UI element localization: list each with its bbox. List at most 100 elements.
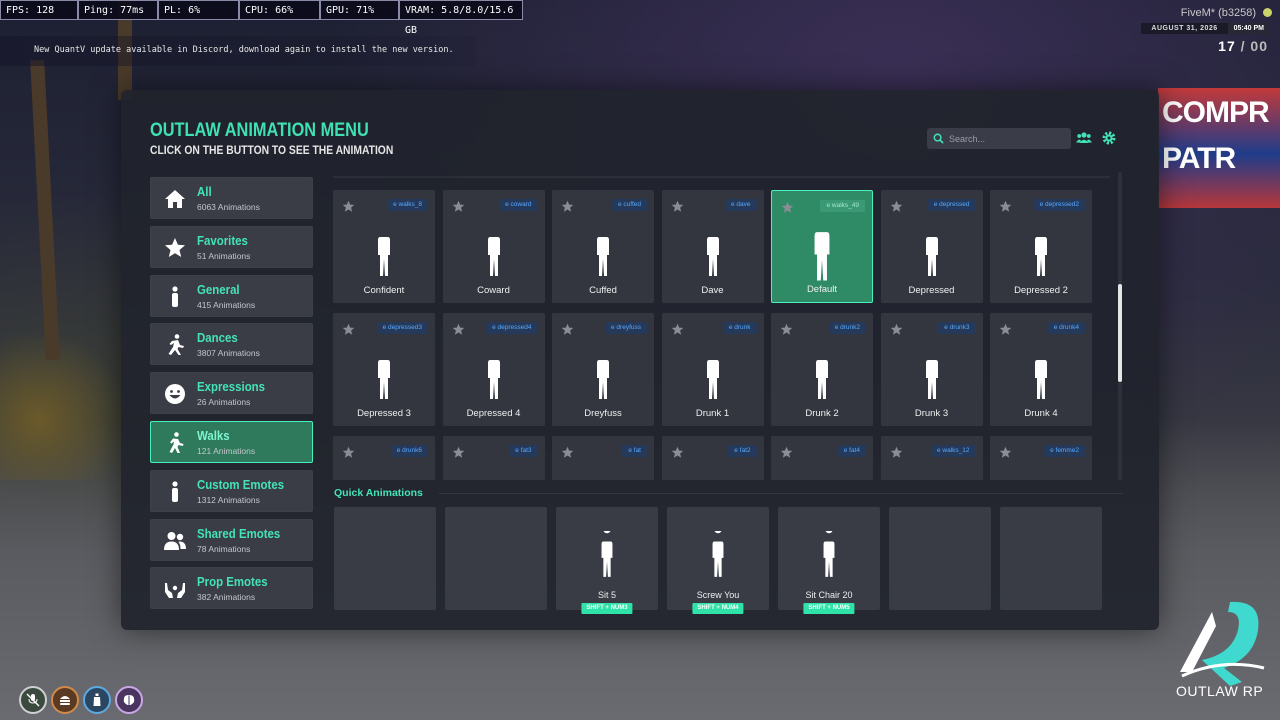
quick-animations-title: Quick Animations [334, 487, 423, 499]
performance-overlay: FPS: 128 Ping: 77ms PL: 6% CPU: 66% GPU:… [0, 0, 523, 36]
favorite-star-icon[interactable] [561, 198, 574, 212]
favorite-star-icon[interactable] [780, 444, 793, 458]
quick-animations-row: Sit 5 SHIFT + NUM3 Screw You SHIFT + NUM4 Si… [334, 507, 1102, 614]
search-icon [933, 133, 944, 144]
animation-card[interactable]: e cuffed Cuffed [552, 190, 654, 303]
category-prop-emotes[interactable]: Prop Emotes 382 Animations [150, 567, 313, 610]
burger-icon [60, 696, 70, 705]
emote-command-badge: e dreyfuss [605, 322, 647, 334]
animation-card[interactable]: e femme2 [990, 436, 1092, 480]
favorite-star-icon[interactable] [342, 321, 355, 335]
animation-card[interactable]: e depressed3 Depressed 3 [333, 313, 435, 426]
quick-animation-slot[interactable]: Sit 5 SHIFT + NUM3 [556, 507, 658, 614]
category-expressions[interactable]: Expressions 26 Animations [150, 372, 313, 415]
emote-command-badge: e drunk3 [938, 322, 976, 334]
animation-card[interactable]: e fat4 [771, 436, 873, 480]
category-name: Prop Emotes [197, 574, 268, 590]
category-dances[interactable]: Dances 3807 Animations [150, 323, 313, 366]
animation-card[interactable]: e dave Dave [661, 190, 764, 303]
favorite-star-icon[interactable] [999, 321, 1012, 335]
category-favorites[interactable]: Favorites 51 Animations [150, 225, 313, 268]
category-count: 78 Animations [197, 543, 251, 554]
animation-card[interactable]: e depressed4 Depressed 4 [442, 313, 545, 426]
animation-label: Dreyfuss [584, 408, 622, 419]
background-grass [0, 330, 130, 480]
shared-users-icon[interactable] [1076, 130, 1092, 146]
menu-subtitle: CLICK ON THE BUTTON TO SEE THE ANIMATION [150, 143, 394, 157]
quick-animation-empty-slot[interactable] [334, 507, 436, 610]
star-icon [165, 237, 185, 257]
favorite-star-icon[interactable] [452, 321, 465, 335]
animation-label: Confident [363, 285, 405, 296]
search-input[interactable] [949, 128, 1067, 149]
animation-card[interactable]: e walks_12 [880, 436, 983, 480]
animation-card[interactable]: e drunk4 Drunk 4 [990, 313, 1092, 426]
favorite-star-icon[interactable] [671, 198, 684, 212]
favorite-star-icon[interactable] [342, 444, 355, 458]
favorite-star-icon[interactable] [890, 444, 903, 458]
favorite-star-icon[interactable] [780, 321, 793, 335]
favorite-star-icon[interactable] [452, 198, 465, 212]
emote-command-badge: e depressed [927, 199, 976, 211]
animation-card[interactable]: e drunk6 [333, 436, 435, 480]
category-name: Favorites [197, 232, 248, 248]
emote-command-badge: e cuffed [611, 199, 647, 211]
category-name: Custom Emotes [197, 476, 285, 492]
character-silhouette-icon [597, 351, 609, 399]
animation-card[interactable]: e walks_8 Confident [333, 190, 435, 303]
search-box[interactable] [927, 128, 1071, 149]
animation-menu-panel: OUTLAW ANIMATION MENU CLICK ON THE BUTTO… [121, 90, 1159, 630]
favorite-star-icon[interactable] [671, 321, 684, 335]
animation-card[interactable]: e depressed2 Depressed 2 [990, 190, 1092, 303]
settings-gear-icon[interactable] [1101, 130, 1117, 146]
animation-card[interactable]: e coward Coward [442, 190, 545, 303]
category-count: 26 Animations [197, 397, 251, 408]
dance-icon [168, 334, 184, 356]
character-silhouette-icon [706, 351, 719, 399]
category-custom-emotes[interactable]: Custom Emotes 1312 Animations [150, 469, 313, 512]
character-silhouette-icon [373, 474, 395, 480]
animation-card[interactable]: e dreyfuss Dreyfuss [552, 313, 654, 426]
category-general[interactable]: General 415 Animations [150, 274, 313, 317]
bottle-icon [93, 693, 101, 706]
quick-animation-slot[interactable]: Sit Chair 20 SHIFT + NUM5 [778, 507, 880, 614]
animation-card[interactable]: e depressed Depressed [880, 190, 983, 303]
character-silhouette-icon [1030, 474, 1052, 480]
category-walks[interactable]: Walks 121 Animations [150, 420, 313, 463]
animation-card[interactable]: e drunk2 Drunk 2 [771, 313, 873, 426]
grid-scrollbar[interactable] [1118, 172, 1122, 480]
animation-card[interactable]: e walks_49 Default [771, 190, 873, 303]
animation-card[interactable]: e drunk3 Drunk 3 [880, 313, 983, 426]
category-name: Shared Emotes [197, 525, 281, 541]
emote-command-badge: e fat [622, 445, 647, 457]
favorite-star-icon[interactable] [999, 198, 1012, 212]
ping-readout: Ping: 77ms [78, 0, 158, 20]
animation-card[interactable]: e fat2 [661, 436, 764, 480]
favorite-star-icon[interactable] [890, 198, 903, 212]
favorite-star-icon[interactable] [452, 444, 465, 458]
favorite-star-icon[interactable] [671, 444, 684, 458]
animation-label: Dave [701, 285, 724, 296]
thirst-status [83, 686, 111, 714]
favorite-star-icon[interactable] [781, 199, 794, 213]
favorite-star-icon[interactable] [342, 198, 355, 212]
character-silhouette-icon [592, 474, 614, 480]
gpu-readout: GPU: 71% [320, 0, 399, 20]
quick-animation-empty-slot[interactable] [889, 507, 991, 610]
favorite-star-icon[interactable] [561, 321, 574, 335]
category-shared-emotes[interactable]: Shared Emotes 78 Animations [150, 518, 313, 561]
favorite-star-icon[interactable] [561, 444, 574, 458]
animation-card[interactable]: e fat [552, 436, 654, 480]
favorite-star-icon[interactable] [890, 321, 903, 335]
time-display: 05:40 PM [1227, 22, 1270, 34]
scrollbar-thumb[interactable] [1118, 284, 1122, 382]
animation-card[interactable]: e drunk Drunk 1 [661, 313, 764, 426]
category-all[interactable]: All 6063 Animations [150, 177, 313, 219]
date-display: AUGUST 31, 2026 [1141, 22, 1228, 34]
quick-animation-empty-slot[interactable] [445, 507, 547, 610]
quick-animation-empty-slot[interactable] [1000, 507, 1102, 610]
emote-command-badge: e depressed2 [1033, 199, 1085, 211]
favorite-star-icon[interactable] [999, 444, 1012, 458]
animation-card[interactable]: e fat3 [442, 436, 545, 480]
quick-animation-slot[interactable]: Screw You SHIFT + NUM4 [667, 507, 769, 614]
